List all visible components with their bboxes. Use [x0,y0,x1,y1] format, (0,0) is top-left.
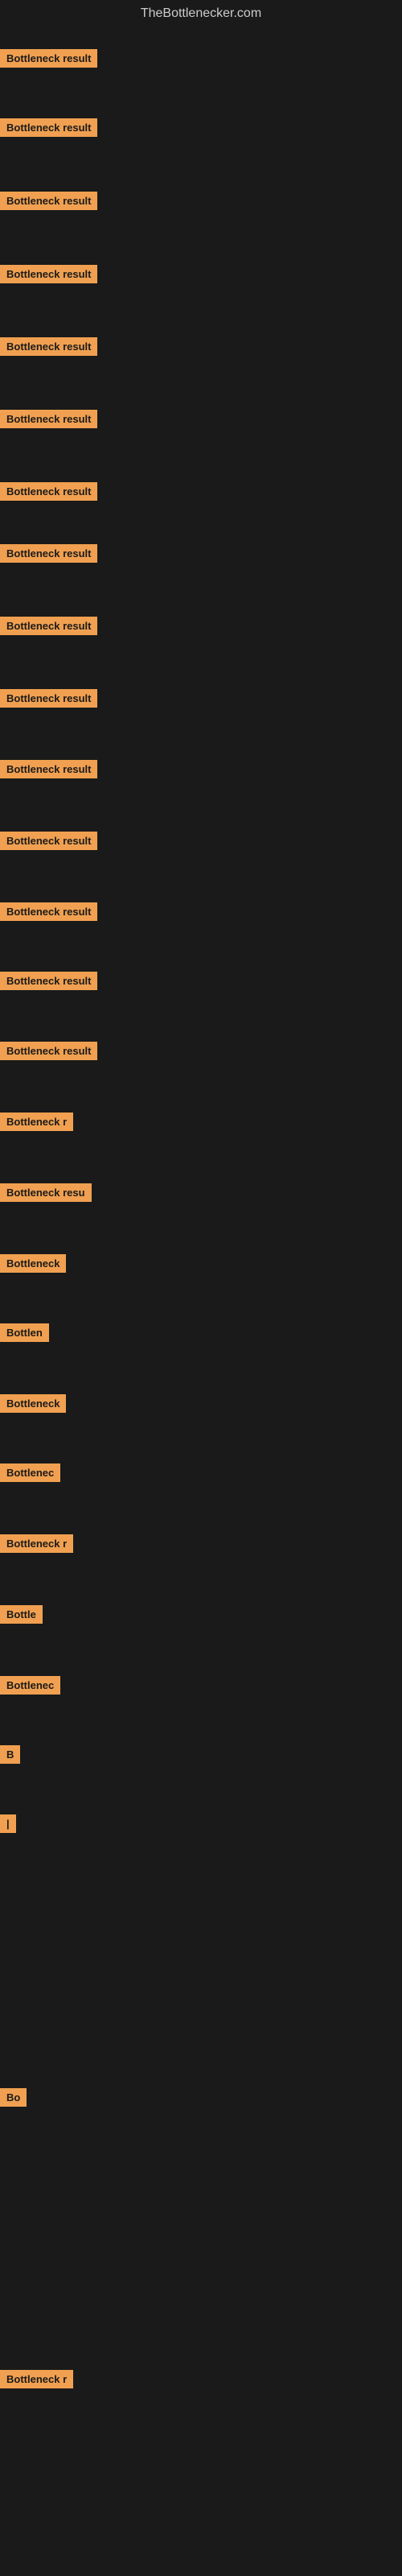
bottleneck-badge[interactable]: Bottleneck result [0,192,97,210]
list-item: Bottleneck result [0,1042,97,1064]
bottleneck-badge[interactable]: Bottleneck result [0,972,97,990]
list-item: Bottleneck result [0,689,97,712]
list-item: B [0,1745,20,1768]
list-item: Bottleneck result [0,265,97,287]
bottleneck-badge[interactable]: Bo [0,2088,27,2107]
list-item: Bottleneck result [0,192,97,214]
site-title: TheBottlenecker.com [0,0,402,27]
list-item: Bottleneck result [0,337,97,360]
bottleneck-badge[interactable]: Bottleneck result [0,617,97,635]
list-item: Bo [0,2088,27,2111]
bottleneck-badge[interactable]: Bottleneck [0,1254,66,1273]
list-item: Bottlen [0,1323,49,1346]
bottleneck-badge[interactable]: Bottleneck result [0,482,97,501]
bottleneck-badge[interactable]: Bottlenec [0,1463,60,1482]
list-item: | [0,1814,16,1837]
bottleneck-badge[interactable]: Bottleneck result [0,544,97,563]
bottleneck-badge[interactable]: Bottleneck result [0,689,97,708]
list-item: Bottleneck [0,1254,66,1277]
list-item: Bottleneck result [0,760,97,782]
bottleneck-badge[interactable]: Bottle [0,1605,43,1624]
list-item: Bottleneck result [0,118,97,141]
bottleneck-badge[interactable]: Bottleneck result [0,410,97,428]
list-item: Bottleneck r [0,2370,73,2392]
bottleneck-badge[interactable]: Bottleneck r [0,1113,73,1131]
bottleneck-badge[interactable]: Bottleneck result [0,832,97,850]
bottleneck-badge[interactable]: Bottlenec [0,1676,60,1695]
list-item: Bottleneck resu [0,1183,92,1206]
list-item: Bottleneck r [0,1113,73,1135]
bottleneck-badge[interactable]: Bottleneck r [0,1534,73,1553]
bottleneck-badge[interactable]: Bottleneck result [0,49,97,68]
bottleneck-badge[interactable]: Bottleneck result [0,118,97,137]
list-item: Bottleneck result [0,832,97,854]
bottleneck-badge[interactable]: Bottleneck resu [0,1183,92,1202]
bottleneck-badge[interactable]: Bottlen [0,1323,49,1342]
list-item: Bottleneck result [0,617,97,639]
bottleneck-badge[interactable]: Bottleneck result [0,1042,97,1060]
bottleneck-badge[interactable]: Bottleneck result [0,760,97,778]
bottleneck-badge[interactable]: Bottleneck result [0,337,97,356]
bottleneck-badge[interactable]: Bottleneck result [0,265,97,283]
list-item: Bottleneck result [0,49,97,72]
list-item: Bottleneck result [0,544,97,567]
bottleneck-badge[interactable]: B [0,1745,20,1764]
list-item: Bottlenec [0,1676,60,1699]
bottleneck-badge[interactable]: Bottleneck r [0,2370,73,2388]
list-item: Bottleneck r [0,1534,73,1557]
bottleneck-badge[interactable]: | [0,1814,16,1833]
list-item: Bottleneck result [0,410,97,432]
list-item: Bottlenec [0,1463,60,1486]
list-item: Bottleneck [0,1394,66,1417]
list-item: Bottleneck result [0,972,97,994]
list-item: Bottle [0,1605,43,1628]
bottleneck-badge[interactable]: Bottleneck [0,1394,66,1413]
list-item: Bottleneck result [0,902,97,925]
bottleneck-badge[interactable]: Bottleneck result [0,902,97,921]
list-item: Bottleneck result [0,482,97,505]
